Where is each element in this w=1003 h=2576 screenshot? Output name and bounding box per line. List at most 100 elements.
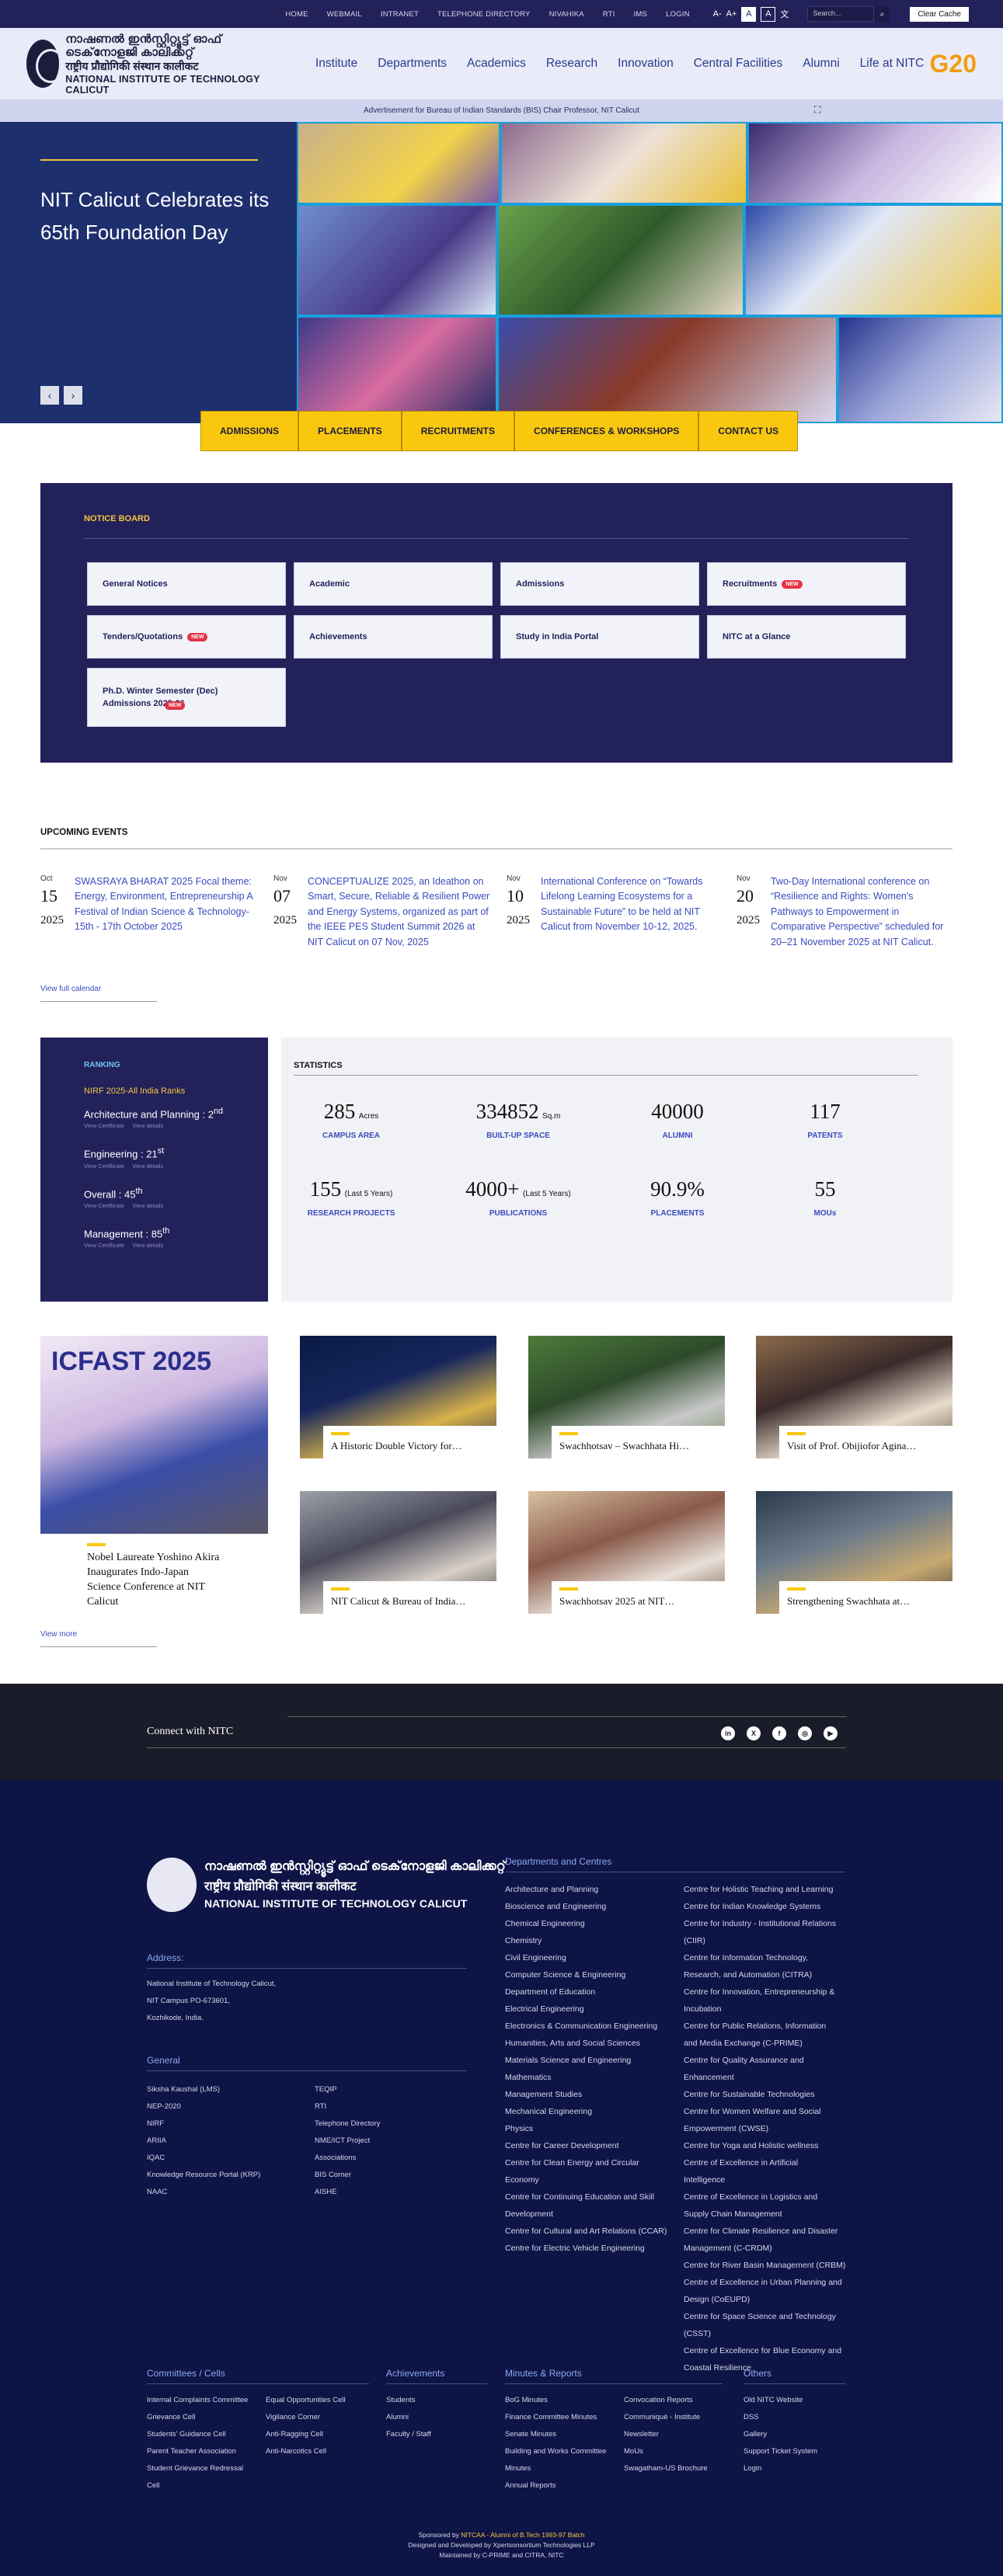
view-details-link[interactable]: View details [132, 1202, 163, 1209]
news-caption[interactable]: Swachhotsav – Swachhata Hi… [552, 1426, 725, 1458]
quick-link-conferences[interactable]: CONFERENCES & WORKSHOPS [514, 411, 699, 451]
department-link[interactable]: Centre for Electric Vehicle Engineering [505, 2240, 667, 2257]
advertisement-text[interactable]: Advertisement for Bureau of Indian Stand… [364, 106, 639, 115]
linkedin-icon[interactable]: in [721, 1726, 735, 1740]
footer-link[interactable]: NIRF [147, 2115, 260, 2133]
footer-link[interactable]: DSS [744, 2409, 817, 2426]
nav-innovation[interactable]: Innovation [618, 57, 674, 71]
font-decrease-button[interactable]: A- [713, 9, 722, 19]
event-title[interactable]: International Conference on “Towards Lif… [541, 874, 724, 935]
carousel-next-button[interactable]: › [64, 386, 82, 405]
department-link[interactable]: Centre for Women Welfare and Social [684, 2103, 845, 2120]
department-link[interactable]: Development [505, 2206, 667, 2223]
department-link[interactable]: Mechanical Engineering [505, 2103, 667, 2120]
view-certificate-link[interactable]: View Certificate [84, 1163, 124, 1170]
notice-item[interactable]: General Notices [87, 562, 286, 606]
notice-item[interactable]: Tenders/Quotations NEW [87, 615, 286, 659]
news-caption[interactable]: Nobel Laureate Yoshino Akira Inaugurates… [40, 1534, 268, 1605]
footer-link[interactable]: Annual Reports [505, 2477, 606, 2494]
footer-link[interactable]: Finance Committee Minutes [505, 2409, 606, 2426]
nav-life-at-nitc[interactable]: Life at NITC [860, 57, 925, 71]
quick-link-contact[interactable]: CONTACT US [698, 411, 799, 451]
instagram-icon[interactable]: ◎ [798, 1726, 812, 1740]
footer-link[interactable]: Associations [315, 2150, 381, 2167]
department-link[interactable]: Centre of Excellence for Blue Economy an… [684, 2342, 845, 2359]
department-link[interactable]: Physics [505, 2120, 667, 2137]
footer-link[interactable]: Minutes [505, 2460, 606, 2477]
search-icon[interactable]: ⌕ [874, 6, 890, 22]
footer-link[interactable]: Newsletter [624, 2426, 708, 2443]
footer-link[interactable]: Equal Opportunities Cell [266, 2392, 345, 2409]
quick-link-recruitments[interactable]: RECRUITMENTS [401, 411, 515, 451]
footer-logo[interactable]: നാഷണൽ ഇൻസ്റ്റിറ്റ്യൂട്ട് ഓഫ് ടെക്‌നോളജി … [147, 1858, 506, 1912]
department-link[interactable]: Centre for Career Development [505, 2137, 667, 2154]
department-link[interactable]: Computer Science & Engineering [505, 1966, 667, 1983]
department-link[interactable]: Humanities, Arts and Social Sciences [505, 2035, 667, 2052]
footer-link[interactable]: Telephone Directory [315, 2115, 381, 2133]
font-increase-button[interactable]: A+ [726, 9, 737, 19]
footer-link[interactable]: Faculty / Staff [386, 2426, 431, 2443]
footer-link[interactable]: Students [386, 2392, 431, 2409]
notice-item[interactable]: Academic [294, 562, 493, 606]
top-link-ims[interactable]: IMS [625, 10, 657, 19]
footer-link[interactable]: ARIIA [147, 2133, 260, 2150]
event-item[interactable]: Oct 15 2025 SWASRAYA BHARAT 2025 Focal the… [40, 874, 258, 935]
department-link[interactable]: Research, and Automation (CITRA) [684, 1966, 845, 1983]
search-input[interactable]: Search... [807, 6, 875, 22]
event-item[interactable]: Nov 20 2025 Two-Day International conferen… [737, 874, 954, 950]
footer-link[interactable]: Grievance Cell [147, 2409, 248, 2426]
footer-link[interactable]: Swagatham-US Brochure [624, 2460, 708, 2477]
department-link[interactable]: Supply Chain Management [684, 2206, 845, 2223]
footer-link[interactable]: BoG Minutes [505, 2392, 606, 2409]
footer-link[interactable]: IQAC [147, 2150, 260, 2167]
footer-link[interactable]: Old NITC Website [744, 2392, 817, 2409]
department-link[interactable]: Centre for Climate Resilience and Disast… [684, 2223, 845, 2240]
top-link-nivahika[interactable]: NIVAHIKA [540, 10, 594, 19]
top-link-home[interactable]: HOME [276, 10, 317, 19]
site-logo[interactable]: നാഷണൽ ഇൻസ്റ്റിറ്റ്യൂട്ട് ഓഫ് ടെക്‌നോളജി … [26, 33, 283, 96]
department-link[interactable]: Centre of Excellence in Logistics and [684, 2188, 845, 2206]
quick-link-admissions[interactable]: ADMISSIONS [200, 411, 299, 451]
department-link[interactable]: Centre for Yoga and Holistic wellness [684, 2137, 845, 2154]
nav-research[interactable]: Research [546, 57, 597, 71]
department-link[interactable]: Management Studies [505, 2086, 667, 2103]
department-link[interactable]: Centre for River Basin Management (CRBM) [684, 2257, 845, 2274]
department-link[interactable]: Electrical Engineering [505, 2001, 667, 2018]
event-item[interactable]: Nov 07 2025 CONCEPTUALIZE 2025, an Ideatho… [273, 874, 491, 950]
department-link[interactable]: Civil Engineering [505, 1949, 667, 1966]
department-link[interactable]: Centre for Information Technology, [684, 1949, 845, 1966]
department-link[interactable]: Department of Education [505, 1983, 667, 2001]
footer-link[interactable]: Knowledge Resource Portal (KRP) [147, 2167, 260, 2184]
department-link[interactable]: Economy [505, 2171, 667, 2188]
view-certificate-link[interactable]: View Certificate [84, 1242, 124, 1249]
department-link[interactable]: Mathematics [505, 2069, 667, 2086]
department-link[interactable]: Management (C-CRDM) [684, 2240, 845, 2257]
contrast-dark-button[interactable]: A [761, 6, 776, 22]
notice-item[interactable]: Achievements [294, 615, 493, 659]
event-item[interactable]: Nov 10 2025 International Conference on “T… [507, 874, 724, 935]
footer-link[interactable]: TEQIP [315, 2081, 381, 2098]
advertisement-ticker[interactable]: Advertisement for Bureau of Indian Stand… [0, 99, 1003, 122]
department-link[interactable]: Centre for Indian Knowledge Systems [684, 1898, 845, 1915]
notice-item[interactable]: Study in India Portal [500, 615, 699, 659]
department-link[interactable]: Centre for Cultural and Art Relations (C… [505, 2223, 667, 2240]
footer-link[interactable]: Gallery [744, 2426, 817, 2443]
department-link[interactable]: Centre for Industry - Institutional Rela… [684, 1915, 845, 1932]
event-title[interactable]: SWASRAYA BHARAT 2025 Focal theme: Energy… [75, 874, 258, 935]
footer-link[interactable]: NEP-2020 [147, 2098, 260, 2115]
footer-link[interactable]: Building and Works Committee [505, 2443, 606, 2460]
footer-link[interactable]: BIS Corner [315, 2167, 381, 2184]
department-link[interactable]: Centre for Holistic Teaching and Learnin… [684, 1881, 845, 1898]
footer-link[interactable]: Internal Complaints Committee [147, 2392, 248, 2409]
top-link-intranet[interactable]: INTRANET [371, 10, 428, 19]
top-link-telephone[interactable]: TELEPHONE DIRECTORY [428, 10, 540, 19]
top-link-rti[interactable]: RTI [594, 10, 625, 19]
department-link[interactable]: Electronics & Communication Engineering [505, 2018, 667, 2035]
footer-link[interactable]: Siksha Kaushal (LMS) [147, 2081, 260, 2098]
department-link[interactable]: Empowerment (CWSE) [684, 2120, 845, 2137]
footer-link[interactable]: Students' Guidance Cell [147, 2426, 248, 2443]
footer-link[interactable]: Senate Minutes [505, 2426, 606, 2443]
footer-link[interactable]: MoUs [624, 2443, 708, 2460]
view-certificate-link[interactable]: View Certificate [84, 1122, 124, 1129]
translate-icon[interactable]: 文 [780, 8, 789, 20]
